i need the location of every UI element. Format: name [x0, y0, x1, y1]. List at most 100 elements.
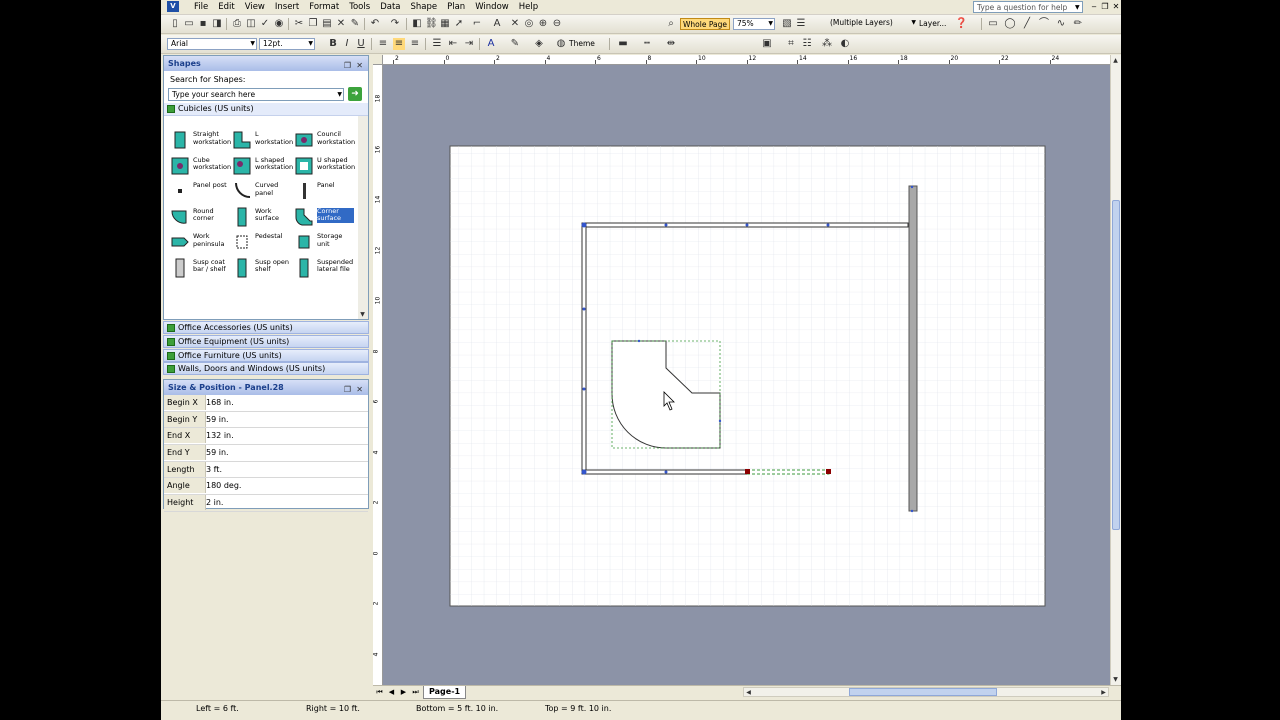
- stack-icon[interactable]: ☰: [795, 18, 807, 30]
- vertical-scrollbar[interactable]: ▲ ▼: [1110, 55, 1121, 685]
- menu-view[interactable]: View: [240, 0, 270, 14]
- prop-row-length[interactable]: Length 3 ft.: [164, 461, 368, 479]
- align-center-icon[interactable]: ≡: [393, 38, 405, 50]
- menu-plan[interactable]: Plan: [442, 0, 470, 14]
- hyperlink-icon[interactable]: ⛓: [425, 18, 438, 30]
- group-icon[interactable]: ▣: [761, 38, 773, 50]
- stencil-master[interactable]: Susp coat bar / shelf: [166, 255, 228, 281]
- stencil-master[interactable]: Curved panel: [228, 178, 290, 204]
- theme-button[interactable]: Theme: [569, 38, 595, 50]
- line-weight-icon[interactable]: ▬: [617, 38, 629, 50]
- search-shapes-input[interactable]: Type your search here ▼: [168, 88, 344, 101]
- prop-value[interactable]: 59 in.: [206, 445, 229, 460]
- cut-icon[interactable]: ✂: [293, 18, 305, 30]
- stencil-master[interactable]: Corner surface: [290, 204, 354, 230]
- scroll-right-icon[interactable]: ▶: [1099, 688, 1108, 697]
- stencil-master[interactable]: L workstation: [228, 127, 293, 153]
- print-icon[interactable]: ⎙: [231, 18, 243, 30]
- format-painter-icon[interactable]: ✎: [349, 18, 361, 30]
- prop-row-begin-y[interactable]: Begin Y 59 in.: [164, 411, 368, 429]
- text-tool-icon[interactable]: A: [491, 18, 503, 30]
- menu-insert[interactable]: Insert: [270, 0, 304, 14]
- open-icon[interactable]: ▭: [183, 18, 195, 30]
- stencil-office-furniture[interactable]: Office Furniture (US units): [163, 349, 369, 362]
- drawing-canvas[interactable]: [383, 65, 1110, 685]
- zoom-out-icon[interactable]: ⊖: [551, 18, 563, 30]
- prop-row-end-x[interactable]: End X 132 in.: [164, 428, 368, 446]
- minimize-icon[interactable]: ‒: [1089, 1, 1099, 12]
- zoom-search-icon[interactable]: ⌕: [665, 18, 677, 30]
- prop-value[interactable]: 168 in.: [206, 395, 234, 410]
- research-icon[interactable]: ◉: [273, 18, 285, 30]
- wall-segment[interactable]: [908, 185, 918, 512]
- decrease-indent-icon[interactable]: ⇤: [447, 38, 459, 50]
- stencil-office-equipment[interactable]: Office Equipment (US units): [163, 335, 369, 348]
- align-right-icon[interactable]: ≡: [409, 38, 421, 50]
- bullets-icon[interactable]: ☰: [431, 38, 443, 50]
- prop-value[interactable]: 59 in.: [206, 412, 229, 427]
- prev-page-icon[interactable]: ◀: [387, 687, 396, 697]
- arc-tool-icon[interactable]: ⌒: [1038, 18, 1050, 30]
- scroll-down-icon[interactable]: ▼: [1111, 675, 1120, 684]
- prop-row-angle[interactable]: Angle 180 deg.: [164, 478, 368, 496]
- redo-icon[interactable]: ↷: [389, 18, 401, 30]
- horizontal-scroll-thumb[interactable]: [849, 688, 997, 696]
- search-go-arrow-icon[interactable]: ➜: [348, 87, 362, 101]
- zoom-in-icon[interactable]: ⊕: [537, 18, 549, 30]
- freeform-tool-icon[interactable]: ∿: [1055, 18, 1067, 30]
- shapes-icon[interactable]: ◧: [411, 18, 423, 30]
- pan-zoom-icon[interactable]: ◎: [523, 18, 535, 30]
- search-dropdown-icon[interactable]: ▼: [337, 89, 342, 100]
- copy-icon[interactable]: ❐: [307, 18, 319, 30]
- stencil-master[interactable]: L shaped workstation: [228, 153, 293, 179]
- stencil-scrollbar[interactable]: ▼: [358, 116, 368, 319]
- stencil-master[interactable]: Work peninsula: [166, 229, 228, 255]
- menu-format[interactable]: Format: [304, 0, 344, 14]
- stencil-office-accessories[interactable]: Office Accessories (US units): [163, 321, 369, 334]
- prop-value[interactable]: 2 in.: [206, 495, 223, 510]
- line-pattern-icon[interactable]: ┅: [641, 38, 653, 50]
- zoom-combo[interactable]: 75% ▼: [733, 18, 775, 30]
- scroll-up-icon[interactable]: ▲: [1111, 56, 1120, 65]
- undo-icon[interactable]: ↶: [369, 18, 381, 30]
- prop-row-begin-x[interactable]: Begin X 168 in.: [164, 395, 368, 412]
- prop-row-height[interactable]: Height 2 in.: [164, 495, 368, 512]
- permission-icon[interactable]: ◨: [211, 18, 223, 30]
- stencil-cubicles-title[interactable]: Cubicles (US units): [164, 103, 368, 116]
- underline-icon[interactable]: U: [355, 38, 367, 50]
- menu-shape[interactable]: Shape: [405, 0, 442, 14]
- end-handle[interactable]: [826, 469, 831, 474]
- align-shapes-icon[interactable]: ☷: [801, 38, 813, 50]
- ruler-corner[interactable]: [373, 55, 383, 65]
- next-page-icon[interactable]: ▶: [399, 687, 408, 697]
- layer-button[interactable]: Layer...: [919, 18, 946, 30]
- pointer-tool-icon[interactable]: ➚: [453, 18, 465, 30]
- line-ends-icon[interactable]: ⇹: [665, 38, 677, 50]
- vertical-scroll-thumb[interactable]: [1112, 200, 1120, 530]
- menu-edit[interactable]: Edit: [213, 0, 239, 14]
- bold-icon[interactable]: B: [327, 38, 339, 50]
- vertical-ruler[interactable]: 181614121086420246: [373, 65, 383, 685]
- italic-icon[interactable]: I: [341, 38, 353, 50]
- menu-file[interactable]: File: [189, 0, 213, 14]
- stencil-master[interactable]: Straight workstation: [166, 127, 231, 153]
- print-preview-icon[interactable]: ◫: [245, 18, 257, 30]
- horizontal-ruler[interactable]: 2 0 2 4 6 8 10 12 14 16 18 20 22 24: [383, 55, 1110, 65]
- pane-close-icon[interactable]: ✕: [356, 58, 363, 73]
- visio-app-icon[interactable]: V: [167, 1, 179, 12]
- prop-value[interactable]: 3 ft.: [206, 462, 222, 477]
- layer-properties-icon[interactable]: ▧: [781, 18, 793, 30]
- page-tab-page-1[interactable]: Page-1: [423, 686, 467, 699]
- font-size-dropdown-icon[interactable]: ▼: [308, 39, 313, 49]
- whole-page-button[interactable]: Whole Page: [680, 18, 730, 30]
- restore-icon[interactable]: ❐: [1100, 1, 1110, 12]
- stencil-walls-doors-windows[interactable]: Walls, Doors and Windows (US units): [163, 362, 369, 375]
- menu-help[interactable]: Help: [514, 0, 543, 14]
- distribute-icon[interactable]: ⁂: [821, 38, 833, 50]
- zoom-dropdown-icon[interactable]: ▼: [768, 19, 773, 29]
- menu-window[interactable]: Window: [470, 0, 514, 14]
- stencil-master[interactable]: Storage unit: [290, 229, 352, 255]
- help-icon[interactable]: ❓: [955, 18, 967, 30]
- menu-data[interactable]: Data: [375, 0, 405, 14]
- new-icon[interactable]: ▯: [169, 18, 181, 30]
